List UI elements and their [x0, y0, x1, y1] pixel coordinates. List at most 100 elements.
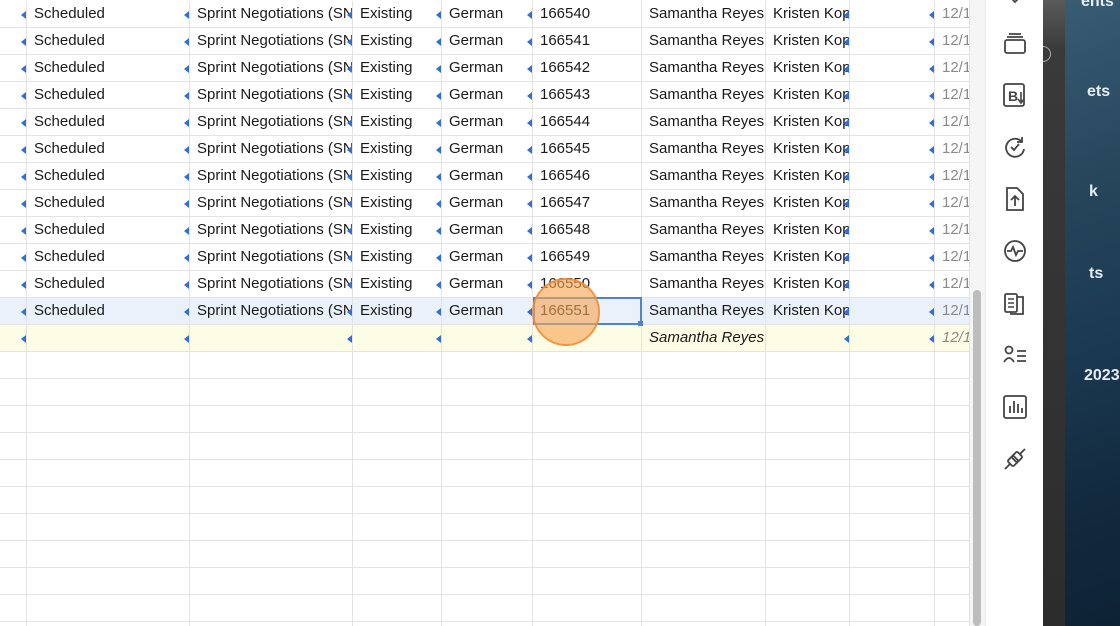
row-handle-cell[interactable] — [0, 55, 27, 82]
cell-link-arrow-icon[interactable] — [347, 200, 352, 208]
cell-date[interactable] — [935, 487, 970, 514]
cell-blank[interactable] — [850, 325, 935, 352]
upload-file-icon[interactable] — [1002, 186, 1028, 212]
cell-id[interactable] — [533, 622, 642, 626]
table-row[interactable]: Scheduled Sprint Negotiations (SN Existing… — [0, 163, 970, 190]
cell-blank[interactable] — [850, 271, 935, 298]
cell-link-arrow-icon[interactable] — [844, 308, 849, 316]
row-handle-cell[interactable] — [0, 82, 27, 109]
cell-status[interactable] — [27, 514, 190, 541]
cell-owner[interactable]: Samantha Reyes — [642, 109, 766, 136]
row-handle-cell[interactable] — [0, 217, 27, 244]
cell-deal[interactable]: Sprint Negotiations (SN — [190, 109, 353, 136]
cell-deal[interactable]: Sprint Negotiations (SN — [190, 55, 353, 82]
cell-deal[interactable] — [190, 379, 353, 406]
cell-contact[interactable]: Kristen Kop — [766, 298, 850, 325]
cell-link-arrow-icon[interactable] — [21, 146, 26, 154]
cell-owner[interactable]: Samantha Reyes — [642, 163, 766, 190]
cell-type[interactable]: Existing — [353, 244, 442, 271]
cell-link-arrow-icon[interactable] — [844, 227, 849, 235]
empty-row[interactable] — [0, 379, 970, 406]
cell-id[interactable] — [533, 487, 642, 514]
cell-link-arrow-icon[interactable] — [436, 92, 441, 100]
cell-link-arrow-icon[interactable] — [527, 173, 532, 181]
cell-language[interactable] — [442, 568, 533, 595]
cell-status[interactable]: Scheduled — [27, 82, 190, 109]
cell-status[interactable]: Scheduled — [27, 1, 190, 28]
table-row[interactable]: Scheduled Sprint Negotiations (SN Existing… — [0, 55, 970, 82]
cell-owner[interactable]: Samantha Reyes — [642, 190, 766, 217]
cell-deal[interactable] — [190, 595, 353, 622]
table-row[interactable]: Scheduled Sprint Negotiations (SN Existing… — [0, 28, 970, 55]
cell-deal[interactable] — [190, 514, 353, 541]
empty-row[interactable] — [0, 595, 970, 622]
cell-link-arrow-icon[interactable] — [184, 200, 189, 208]
cell-blank[interactable] — [850, 82, 935, 109]
cell-deal[interactable]: Sprint Negotiations (SN — [190, 1, 353, 28]
cell-type[interactable]: Existing — [353, 298, 442, 325]
cell-type[interactable] — [353, 622, 442, 626]
cell-id[interactable] — [533, 325, 642, 352]
cell-link-arrow-icon[interactable] — [21, 65, 26, 73]
cell-link-arrow-icon[interactable] — [929, 281, 934, 289]
cell-date[interactable]: 12/1 — [935, 109, 970, 136]
cell-type[interactable]: Existing — [353, 1, 442, 28]
cell-link-arrow-icon[interactable] — [436, 227, 441, 235]
cell-date[interactable] — [935, 595, 970, 622]
cell-link-arrow-icon[interactable] — [929, 146, 934, 154]
row-handle-cell[interactable] — [0, 136, 27, 163]
document-pages-icon[interactable] — [1002, 290, 1028, 316]
cell-link-arrow-icon[interactable] — [347, 254, 352, 262]
cell-link-arrow-icon[interactable] — [844, 200, 849, 208]
cell-blank[interactable] — [850, 1, 935, 28]
cell-link-arrow-icon[interactable] — [527, 119, 532, 127]
cell-owner[interactable]: Samantha Reyes — [642, 55, 766, 82]
cell-blank[interactable] — [850, 55, 935, 82]
table-row[interactable]: Scheduled Sprint Negotiations (SN Existing… — [0, 244, 970, 271]
row-handle-cell[interactable] — [0, 271, 27, 298]
cell-date[interactable]: 12/1 — [935, 1, 970, 28]
table-row[interactable]: Scheduled Sprint Negotiations (SN Existing… — [0, 136, 970, 163]
cell-link-arrow-icon[interactable] — [21, 254, 26, 262]
cell-date[interactable] — [935, 433, 970, 460]
empty-row[interactable] — [0, 514, 970, 541]
cell-id[interactable]: 166546 — [533, 163, 642, 190]
cell-deal[interactable]: Sprint Negotiations (SN — [190, 298, 353, 325]
cell-language[interactable]: German — [442, 298, 533, 325]
cell-owner[interactable] — [642, 487, 766, 514]
row-handle-cell[interactable] — [0, 1, 27, 28]
cell-language[interactable] — [442, 487, 533, 514]
cell-date[interactable] — [935, 460, 970, 487]
cell-language[interactable]: German — [442, 217, 533, 244]
cell-status[interactable] — [27, 541, 190, 568]
cell-link-arrow-icon[interactable] — [184, 38, 189, 46]
cell-contact[interactable]: Kristen Kop — [766, 109, 850, 136]
cell-language[interactable]: German — [442, 244, 533, 271]
cell-link-arrow-icon[interactable] — [436, 38, 441, 46]
cell-language[interactable] — [442, 325, 533, 352]
cell-link-arrow-icon[interactable] — [929, 38, 934, 46]
cell-blank[interactable] — [850, 622, 935, 626]
row-handle-cell[interactable] — [0, 163, 27, 190]
cell-link-arrow-icon[interactable] — [347, 146, 352, 154]
cell-contact[interactable]: Kristen Kop — [766, 163, 850, 190]
cell-contact[interactable]: Kristen Kop — [766, 55, 850, 82]
cell-deal[interactable]: Sprint Negotiations (SN — [190, 244, 353, 271]
cell-link-arrow-icon[interactable] — [527, 11, 532, 19]
cell-link-arrow-icon[interactable] — [436, 308, 441, 316]
plug-connect-icon[interactable] — [1002, 446, 1028, 472]
cell-link-arrow-icon[interactable] — [347, 65, 352, 73]
row-handle-cell[interactable] — [0, 298, 27, 325]
cell-link-arrow-icon[interactable] — [844, 281, 849, 289]
cell-id[interactable]: 166544 — [533, 109, 642, 136]
cell-contact[interactable] — [766, 541, 850, 568]
cell-status[interactable]: Scheduled — [27, 244, 190, 271]
close-icon[interactable] — [1043, 46, 1051, 62]
cell-status[interactable]: Scheduled — [27, 190, 190, 217]
cell-language[interactable]: German — [442, 163, 533, 190]
cell-owner[interactable] — [642, 352, 766, 379]
table-row[interactable]: Scheduled Sprint Negotiations (SN Existing… — [0, 190, 970, 217]
cell-link-arrow-icon[interactable] — [436, 173, 441, 181]
cell-type[interactable]: Existing — [353, 163, 442, 190]
cell-link-arrow-icon[interactable] — [527, 281, 532, 289]
